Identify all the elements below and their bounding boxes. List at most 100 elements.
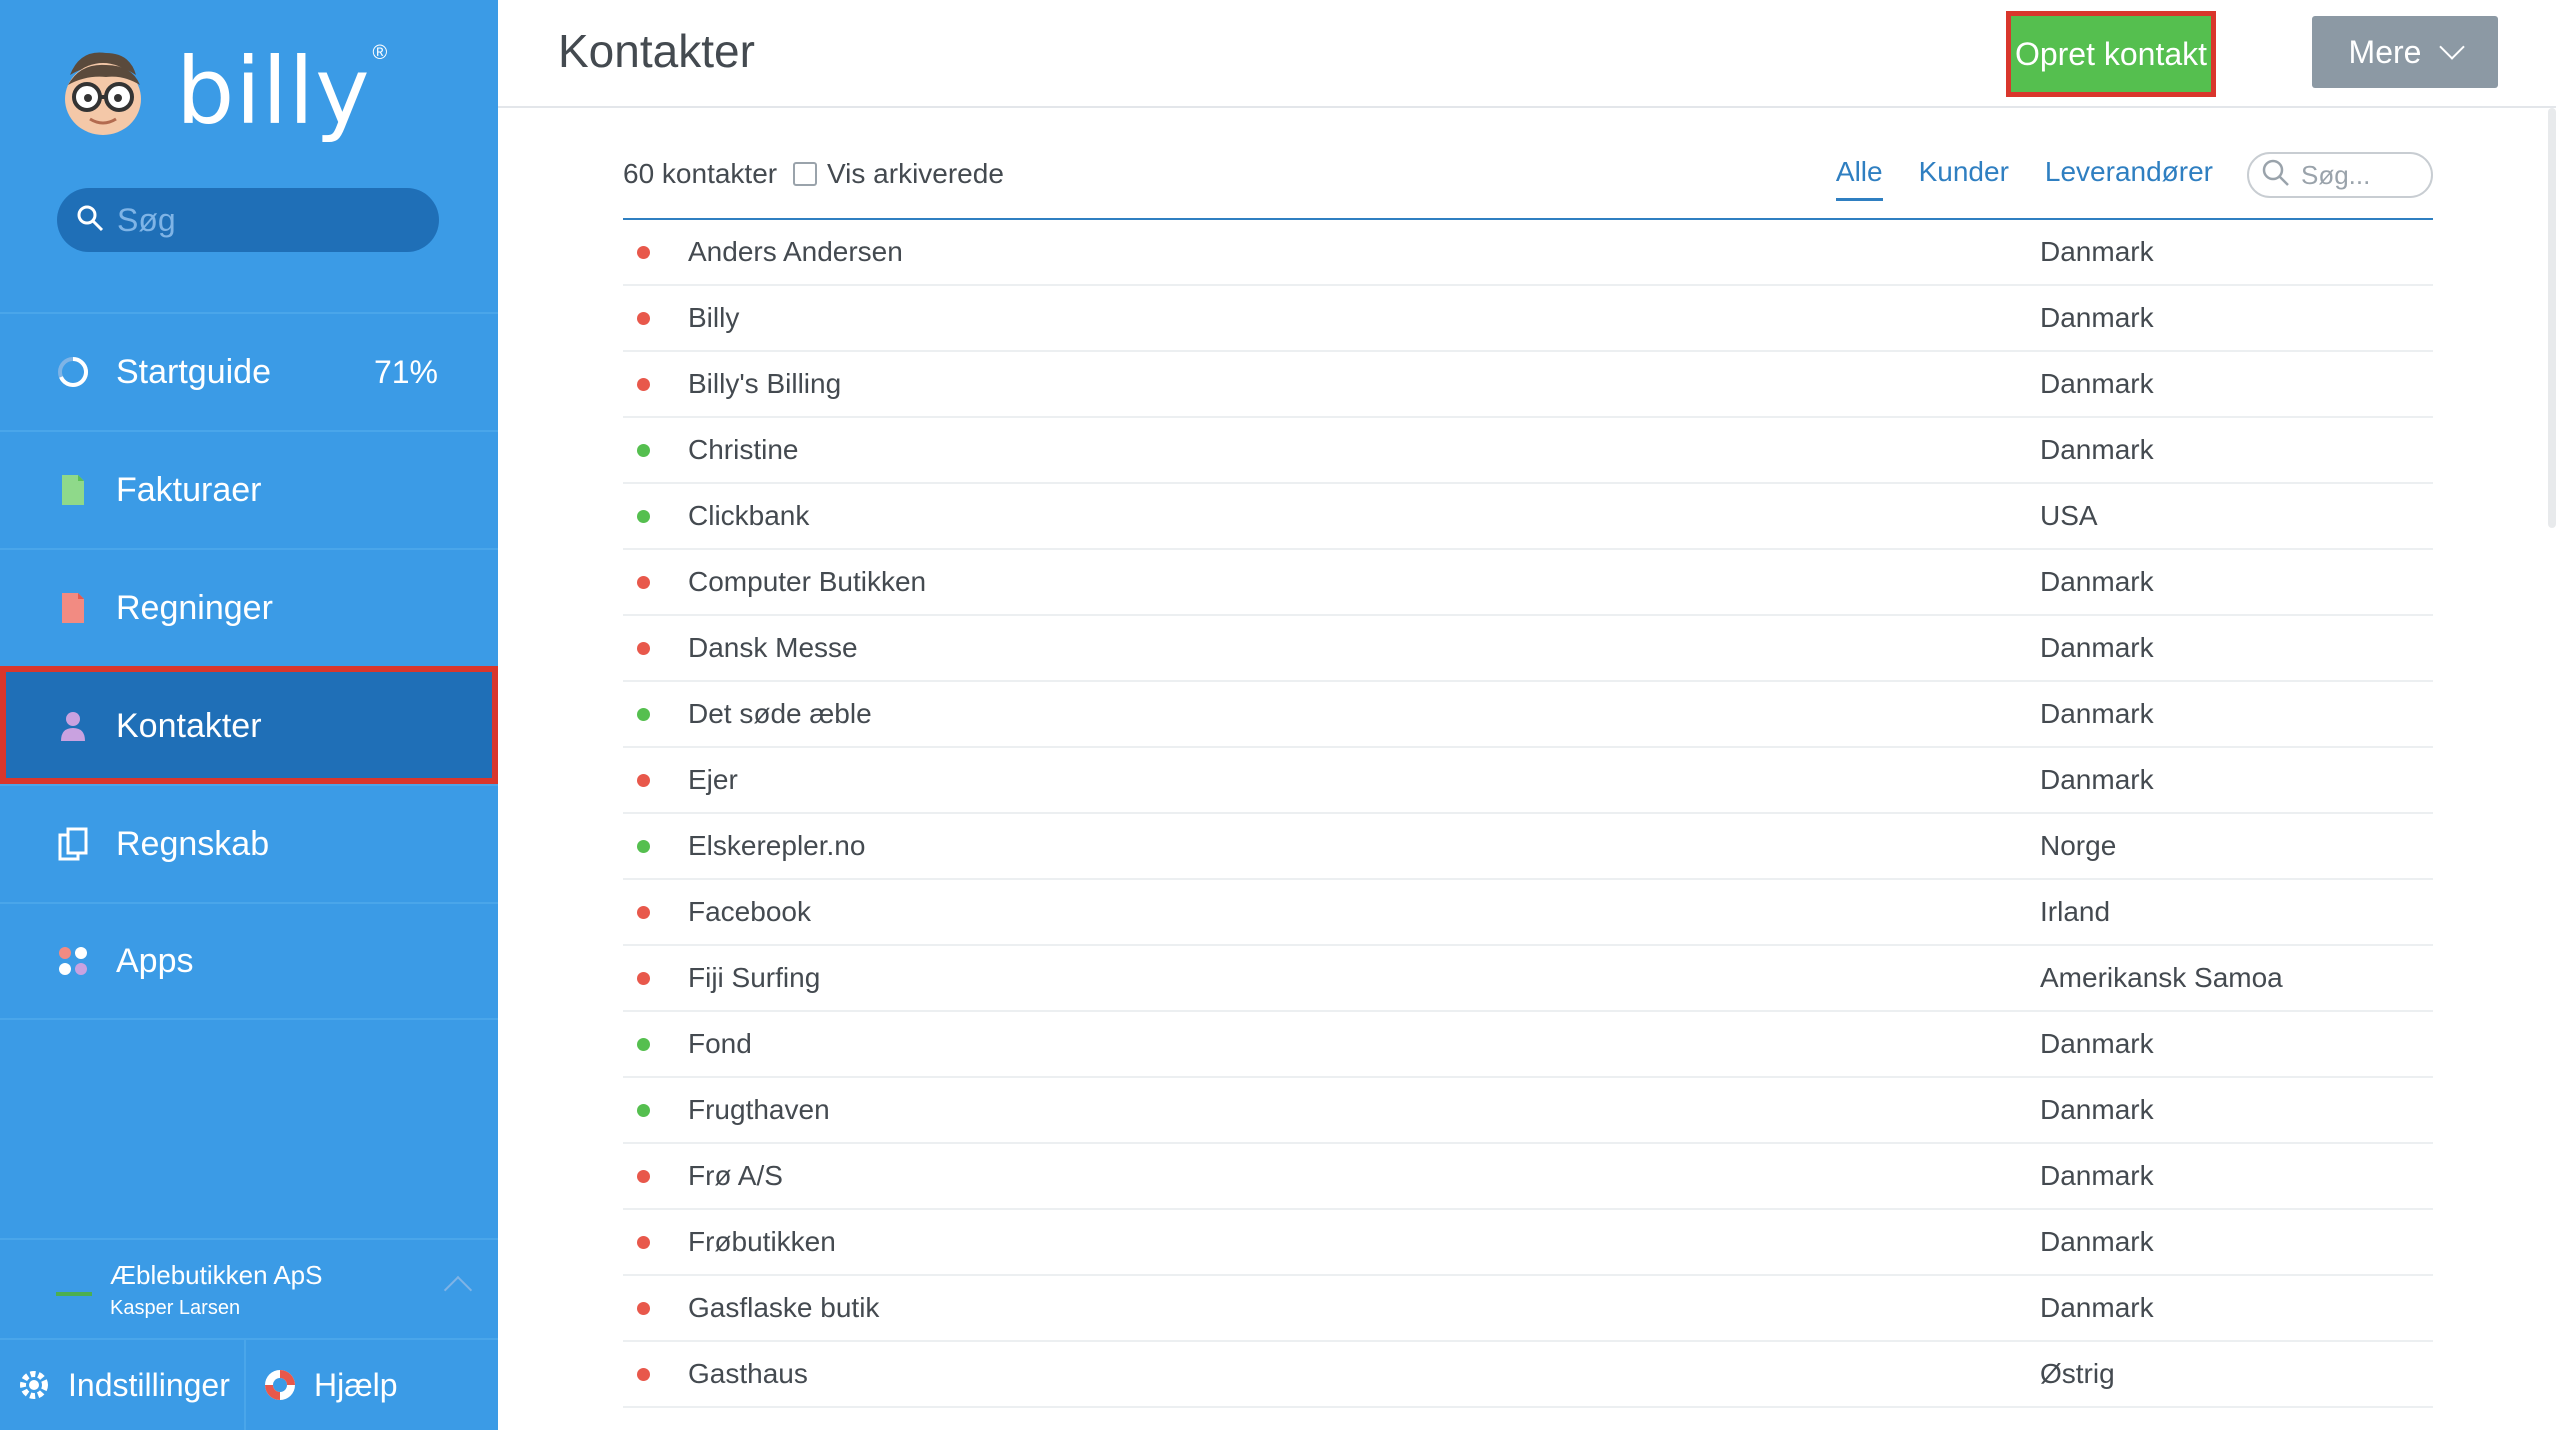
contact-country: USA xyxy=(2040,500,2098,531)
contact-filters: Alle Kunder Leverandører xyxy=(1800,156,2213,201)
table-row[interactable]: Gasflaske butik Danmark xyxy=(623,1276,2433,1342)
contact-name: Computer Butikken xyxy=(688,566,927,597)
table-row[interactable]: Fond Danmark xyxy=(623,1012,2433,1078)
contact-name: Billy's Billing xyxy=(688,368,842,399)
contact-name: Ejer xyxy=(688,764,738,795)
sidebar-search[interactable] xyxy=(57,188,439,252)
sidebar-search-input[interactable] xyxy=(117,201,417,239)
status-dot-icon xyxy=(637,1301,650,1315)
brand-reg: ® xyxy=(372,41,388,64)
status-dot-icon xyxy=(637,773,650,787)
table-row[interactable]: Det søde æble Danmark xyxy=(623,682,2433,748)
status-dot-icon xyxy=(637,377,650,391)
table-row[interactable]: Frugthaven Danmark xyxy=(623,1078,2433,1144)
contact-country: Norge xyxy=(2040,830,2117,861)
sidebar-item-label: Fakturaer xyxy=(116,470,262,509)
company-line-icon xyxy=(56,1292,92,1296)
contact-country: Danmark xyxy=(2040,698,2154,729)
table-row[interactable]: Fiji Surfing Amerikansk Samoa xyxy=(623,946,2433,1012)
sidebar-item-regninger[interactable]: Regninger xyxy=(0,548,498,666)
page-title: Kontakter xyxy=(558,25,755,77)
table-row[interactable]: Clickbank USA xyxy=(623,484,2433,550)
help-label: Hjælp xyxy=(314,1366,398,1403)
help-button[interactable]: Hjælp xyxy=(246,1340,398,1430)
bill-icon xyxy=(56,591,90,625)
contact-name: Christine xyxy=(688,434,799,465)
contact-country: Danmark xyxy=(2040,764,2154,795)
table-row[interactable]: Ejer Danmark xyxy=(623,748,2433,814)
contact-name: Frø A/S xyxy=(688,1160,783,1191)
contact-country: Danmark xyxy=(2040,632,2154,663)
accounting-icon xyxy=(56,827,90,861)
contact-country: Østrig xyxy=(2040,1358,2115,1389)
contact-country: Danmark xyxy=(2040,1028,2154,1059)
table-row[interactable]: Billy's Billing Danmark xyxy=(623,352,2433,418)
sidebar-nav: Startguide 71% Fakturaer Regninger Konta… xyxy=(0,312,498,1020)
sidebar-item-apps[interactable]: Apps xyxy=(0,902,498,1020)
company-switcher[interactable]: Æblebutikken ApS Kasper Larsen xyxy=(0,1238,498,1338)
sidebar-item-kontakter[interactable]: Kontakter xyxy=(0,666,498,784)
contacts-search[interactable] xyxy=(2247,152,2433,198)
sidebar-item-label: Startguide xyxy=(116,352,271,391)
status-dot-icon xyxy=(637,311,650,325)
user-name: Kasper Larsen xyxy=(110,1297,241,1319)
contact-name: Facebook xyxy=(688,896,811,927)
contact-name: Billy xyxy=(688,302,740,333)
more-label: Mere xyxy=(2348,33,2422,70)
contact-name: Anders Andersen xyxy=(688,236,903,267)
contact-name: Dansk Messe xyxy=(688,632,858,663)
table-row[interactable]: Anders Andersen Danmark xyxy=(623,220,2433,286)
company-name: Æblebutikken ApS xyxy=(110,1260,323,1290)
status-dot-icon xyxy=(637,575,650,589)
table-row[interactable]: Christine Danmark xyxy=(623,418,2433,484)
status-dot-icon xyxy=(637,1037,650,1051)
contact-country: Danmark xyxy=(2040,1226,2154,1257)
table-row[interactable]: Elskerepler.no Norge xyxy=(623,814,2433,880)
scrollbar[interactable] xyxy=(2548,108,2556,528)
sidebar-item-startguide[interactable]: Startguide 71% xyxy=(0,312,498,430)
contact-name: Frøbutikken xyxy=(688,1226,836,1257)
status-dot-icon xyxy=(637,509,650,523)
sidebar-item-label: Kontakter xyxy=(116,706,262,745)
sidebar-bottom-bar: Indstillinger Hjælp xyxy=(0,1338,498,1430)
create-contact-button[interactable]: Opret kontakt xyxy=(2006,11,2216,97)
contact-country: Danmark xyxy=(2040,1160,2154,1191)
filter-customers[interactable]: Kunder xyxy=(1919,156,2009,201)
contact-name: Clickbank xyxy=(688,500,810,531)
contact-name: Elskerepler.no xyxy=(688,830,866,861)
table-row[interactable]: Facebook Irland xyxy=(623,880,2433,946)
lifebuoy-icon xyxy=(262,1367,298,1403)
sidebar-item-fakturaer[interactable]: Fakturaer xyxy=(0,430,498,548)
contact-name: Frugthaven xyxy=(688,1094,830,1125)
search-icon xyxy=(75,203,105,238)
table-row[interactable]: Billy Danmark xyxy=(623,286,2433,352)
startguide-percent: 71% xyxy=(373,353,438,390)
contact-name: Det søde æble xyxy=(688,698,872,729)
billy-face-icon xyxy=(60,45,146,137)
contact-country: Danmark xyxy=(2040,302,2154,333)
table-row[interactable]: Gasthaus Østrig xyxy=(623,1342,2433,1408)
table-row[interactable]: Frøbutikken Danmark xyxy=(623,1210,2433,1276)
filter-all[interactable]: Alle xyxy=(1835,156,1883,201)
status-dot-icon xyxy=(637,905,650,919)
more-button[interactable]: Mere xyxy=(2312,16,2498,88)
contact-country: Irland xyxy=(2040,896,2111,927)
show-archived-checkbox[interactable] xyxy=(793,162,817,186)
table-row[interactable]: Computer Butikken Danmark xyxy=(623,550,2433,616)
contact-country: Danmark xyxy=(2040,434,2154,465)
billy-logo[interactable]: billy ® xyxy=(60,36,387,146)
contact-name: Fiji Surfing xyxy=(688,962,821,993)
show-archived-toggle[interactable]: Vis arkiverede xyxy=(793,158,1004,190)
table-row[interactable]: Frø A/S Danmark xyxy=(623,1144,2433,1210)
contact-country: Danmark xyxy=(2040,566,2154,597)
contact-country: Danmark xyxy=(2040,236,2154,267)
status-dot-icon xyxy=(637,641,650,655)
sidebar-item-regnskab[interactable]: Regnskab xyxy=(0,784,498,902)
contacts-toolbar: 60 kontakter Vis arkiverede Alle Kunder … xyxy=(623,148,2433,220)
table-row[interactable]: Dansk Messe Danmark xyxy=(623,616,2433,682)
invoice-icon xyxy=(56,473,90,507)
status-dot-icon xyxy=(637,1103,650,1117)
contacts-search-input[interactable] xyxy=(2301,159,2421,191)
filter-suppliers[interactable]: Leverandører xyxy=(2045,156,2213,201)
settings-button[interactable]: Indstillinger xyxy=(0,1340,246,1430)
